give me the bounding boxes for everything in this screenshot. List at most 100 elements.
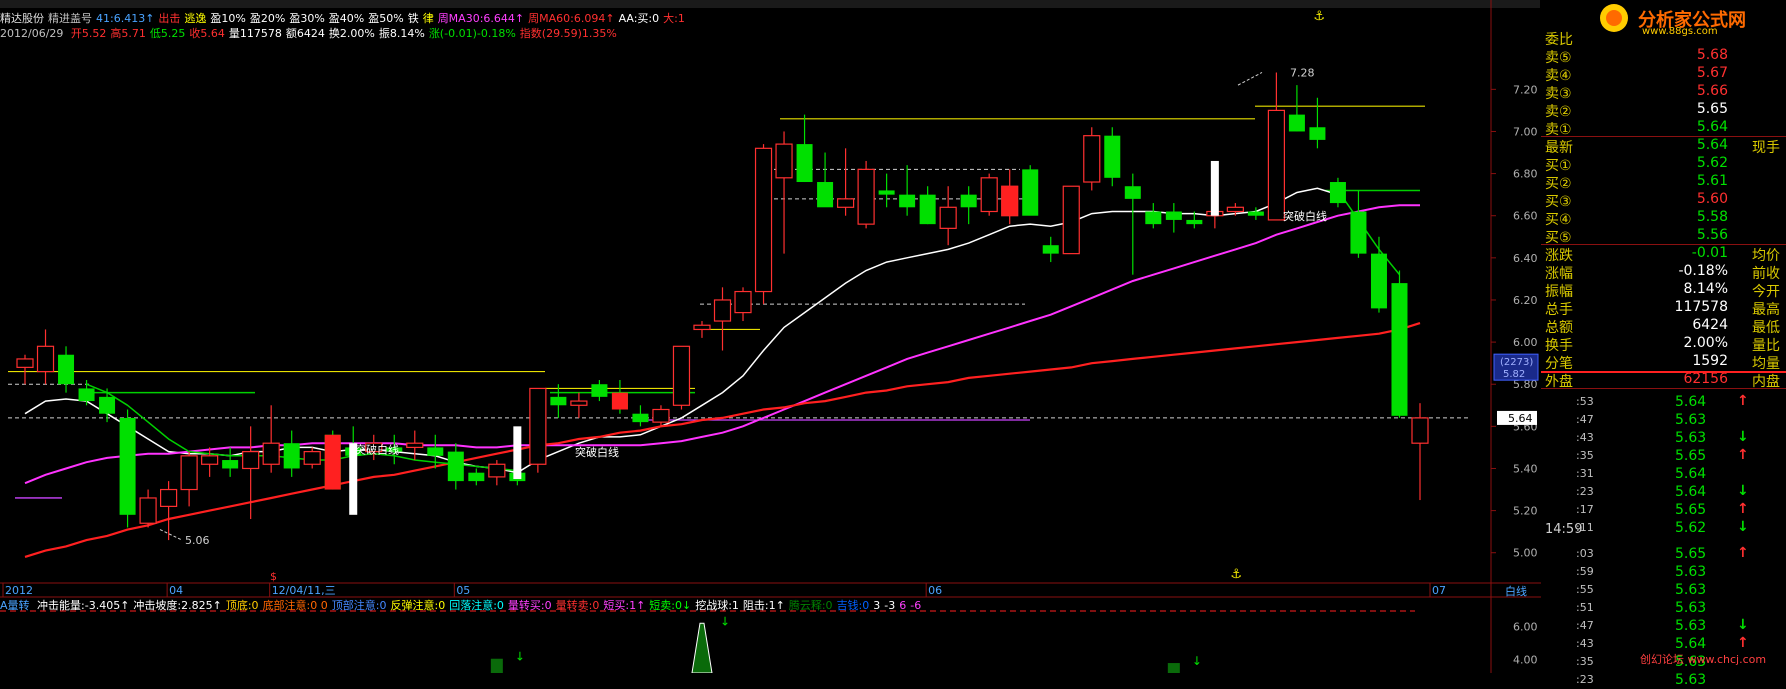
indicator-y-label: 6.00: [1513, 621, 1538, 634]
candle: [447, 443, 464, 490]
quote-row: 换手 2.00% 量比: [1541, 334, 1786, 354]
indicator-item: 底部注意:0 0: [262, 599, 328, 612]
trade-row: :43 5.63 ↓: [1541, 429, 1786, 447]
candle-body: [488, 463, 506, 478]
candle-body: [960, 194, 977, 208]
annotation-breakout: 突破白线: [575, 445, 619, 459]
trade-time: :23: [1576, 485, 1594, 498]
candle-body: [570, 400, 588, 406]
candle-body: [775, 143, 793, 179]
candle: [406, 430, 424, 461]
candle-body: [447, 451, 464, 482]
quote-value: -0.01: [1691, 245, 1728, 261]
indicator-item: 反弹注意:0: [390, 599, 446, 612]
last-price-tag: 5.64: [1508, 412, 1533, 425]
arrow-up-icon: ↑: [1737, 393, 1749, 409]
signal-candle: [611, 392, 628, 410]
indicator-arrow-icon: ↓: [1192, 654, 1202, 668]
candle-body: [1247, 211, 1264, 216]
candle: [1267, 72, 1285, 221]
candle-body: [160, 488, 178, 507]
indicator-item: 短买:1↑: [603, 599, 646, 612]
candle: [1391, 270, 1408, 418]
candle: [550, 384, 567, 418]
annotation-leader: [1237, 72, 1263, 86]
candle-body: [78, 388, 95, 402]
candle-body: [201, 455, 219, 465]
trade-row: :23 5.63: [1541, 671, 1786, 689]
indicator-item: 阻击:1↑: [742, 599, 785, 612]
annotation-low: 5.06: [185, 534, 210, 547]
candle-body: [550, 396, 567, 406]
annotation-breakout: 突破白线: [1283, 209, 1327, 223]
candle: [1104, 127, 1121, 187]
candle-body: [1186, 219, 1203, 225]
arrow-down-icon: ↓: [1737, 519, 1749, 535]
quote-value: 5.61: [1696, 173, 1728, 189]
trade-price: 5.63: [1675, 412, 1707, 428]
trade-row: :47 5.63 ↓: [1541, 617, 1786, 635]
arrow-down-icon: ↓: [1737, 617, 1749, 633]
candle: [652, 405, 670, 427]
x-tick-label: 12/04/11,三: [272, 584, 336, 597]
logo-icon: [1600, 4, 1628, 32]
trade-row: :59 5.63: [1541, 563, 1786, 581]
candle: [468, 468, 485, 486]
y-tick-label: 7.20: [1513, 83, 1538, 96]
y-tick-label: 6.60: [1513, 210, 1538, 223]
candle: [754, 144, 773, 305]
candle: [488, 460, 506, 486]
candle-body: [980, 177, 998, 213]
y-tick-label: 7.00: [1513, 125, 1538, 138]
candle-body: [1288, 114, 1305, 132]
candle: [1042, 236, 1059, 263]
indicator-item: -6: [910, 599, 922, 612]
indicator-bar: [490, 658, 503, 673]
indicator-tag: 白线: [1505, 585, 1527, 598]
candle-body: [878, 190, 895, 195]
quote-row: 涨幅 -0.18% 前收: [1541, 262, 1786, 282]
candle: [36, 329, 55, 385]
trade-row: :53 5.64 ↑: [1541, 393, 1786, 411]
candle: [1370, 236, 1387, 313]
quote-value: -0.18%: [1678, 263, 1728, 279]
x-tick-label: 06: [928, 584, 942, 597]
candle: [899, 165, 916, 216]
candle-body: [817, 182, 834, 208]
quote-row: 买④ 5.58: [1541, 208, 1786, 228]
candle-body: [796, 144, 813, 183]
candle: [1124, 173, 1141, 275]
candle: [1145, 203, 1162, 229]
candle: [1411, 403, 1429, 501]
anchor-icon: ⚓: [1313, 9, 1325, 24]
quote-value: 2.00%: [1683, 335, 1728, 351]
candle: [960, 186, 977, 225]
quote-row: 卖① 5.64: [1541, 118, 1786, 138]
candle: [160, 481, 178, 541]
candle-body: [1226, 206, 1244, 213]
trade-price: 5.64: [1675, 636, 1707, 652]
candle: [1350, 190, 1367, 258]
quote-row: 买② 5.61: [1541, 172, 1786, 192]
price-chart[interactable]: 7.207.006.806.606.406.206.005.805.605.40…: [0, 0, 1541, 673]
candle-body: [1104, 135, 1121, 178]
candle: [1165, 203, 1182, 233]
candle-body: [1309, 127, 1326, 140]
quote-value: 5.67: [1696, 65, 1728, 81]
dividend-icon: $: [270, 570, 277, 583]
candle: [775, 131, 793, 254]
indicator-item: 吉钱:0: [836, 599, 870, 612]
candle-body: [857, 168, 875, 225]
indicator-arrow-icon: ↓: [720, 614, 730, 628]
candle-body: [1411, 417, 1429, 444]
indicator-item: 冲击能量:-3.405↑: [37, 599, 130, 612]
indicator-item: 顶部注意:0: [331, 599, 387, 612]
candle-body: [734, 290, 752, 314]
candle-body: [1267, 109, 1285, 221]
trade-row: :17 5.65 ↑: [1541, 501, 1786, 519]
quote-row: 买⑤ 5.56: [1541, 226, 1786, 246]
candle: [1329, 177, 1346, 208]
candle-body: [1124, 186, 1141, 199]
candle-body: [36, 345, 55, 373]
indicator-item: 腾云释:0: [788, 599, 833, 612]
